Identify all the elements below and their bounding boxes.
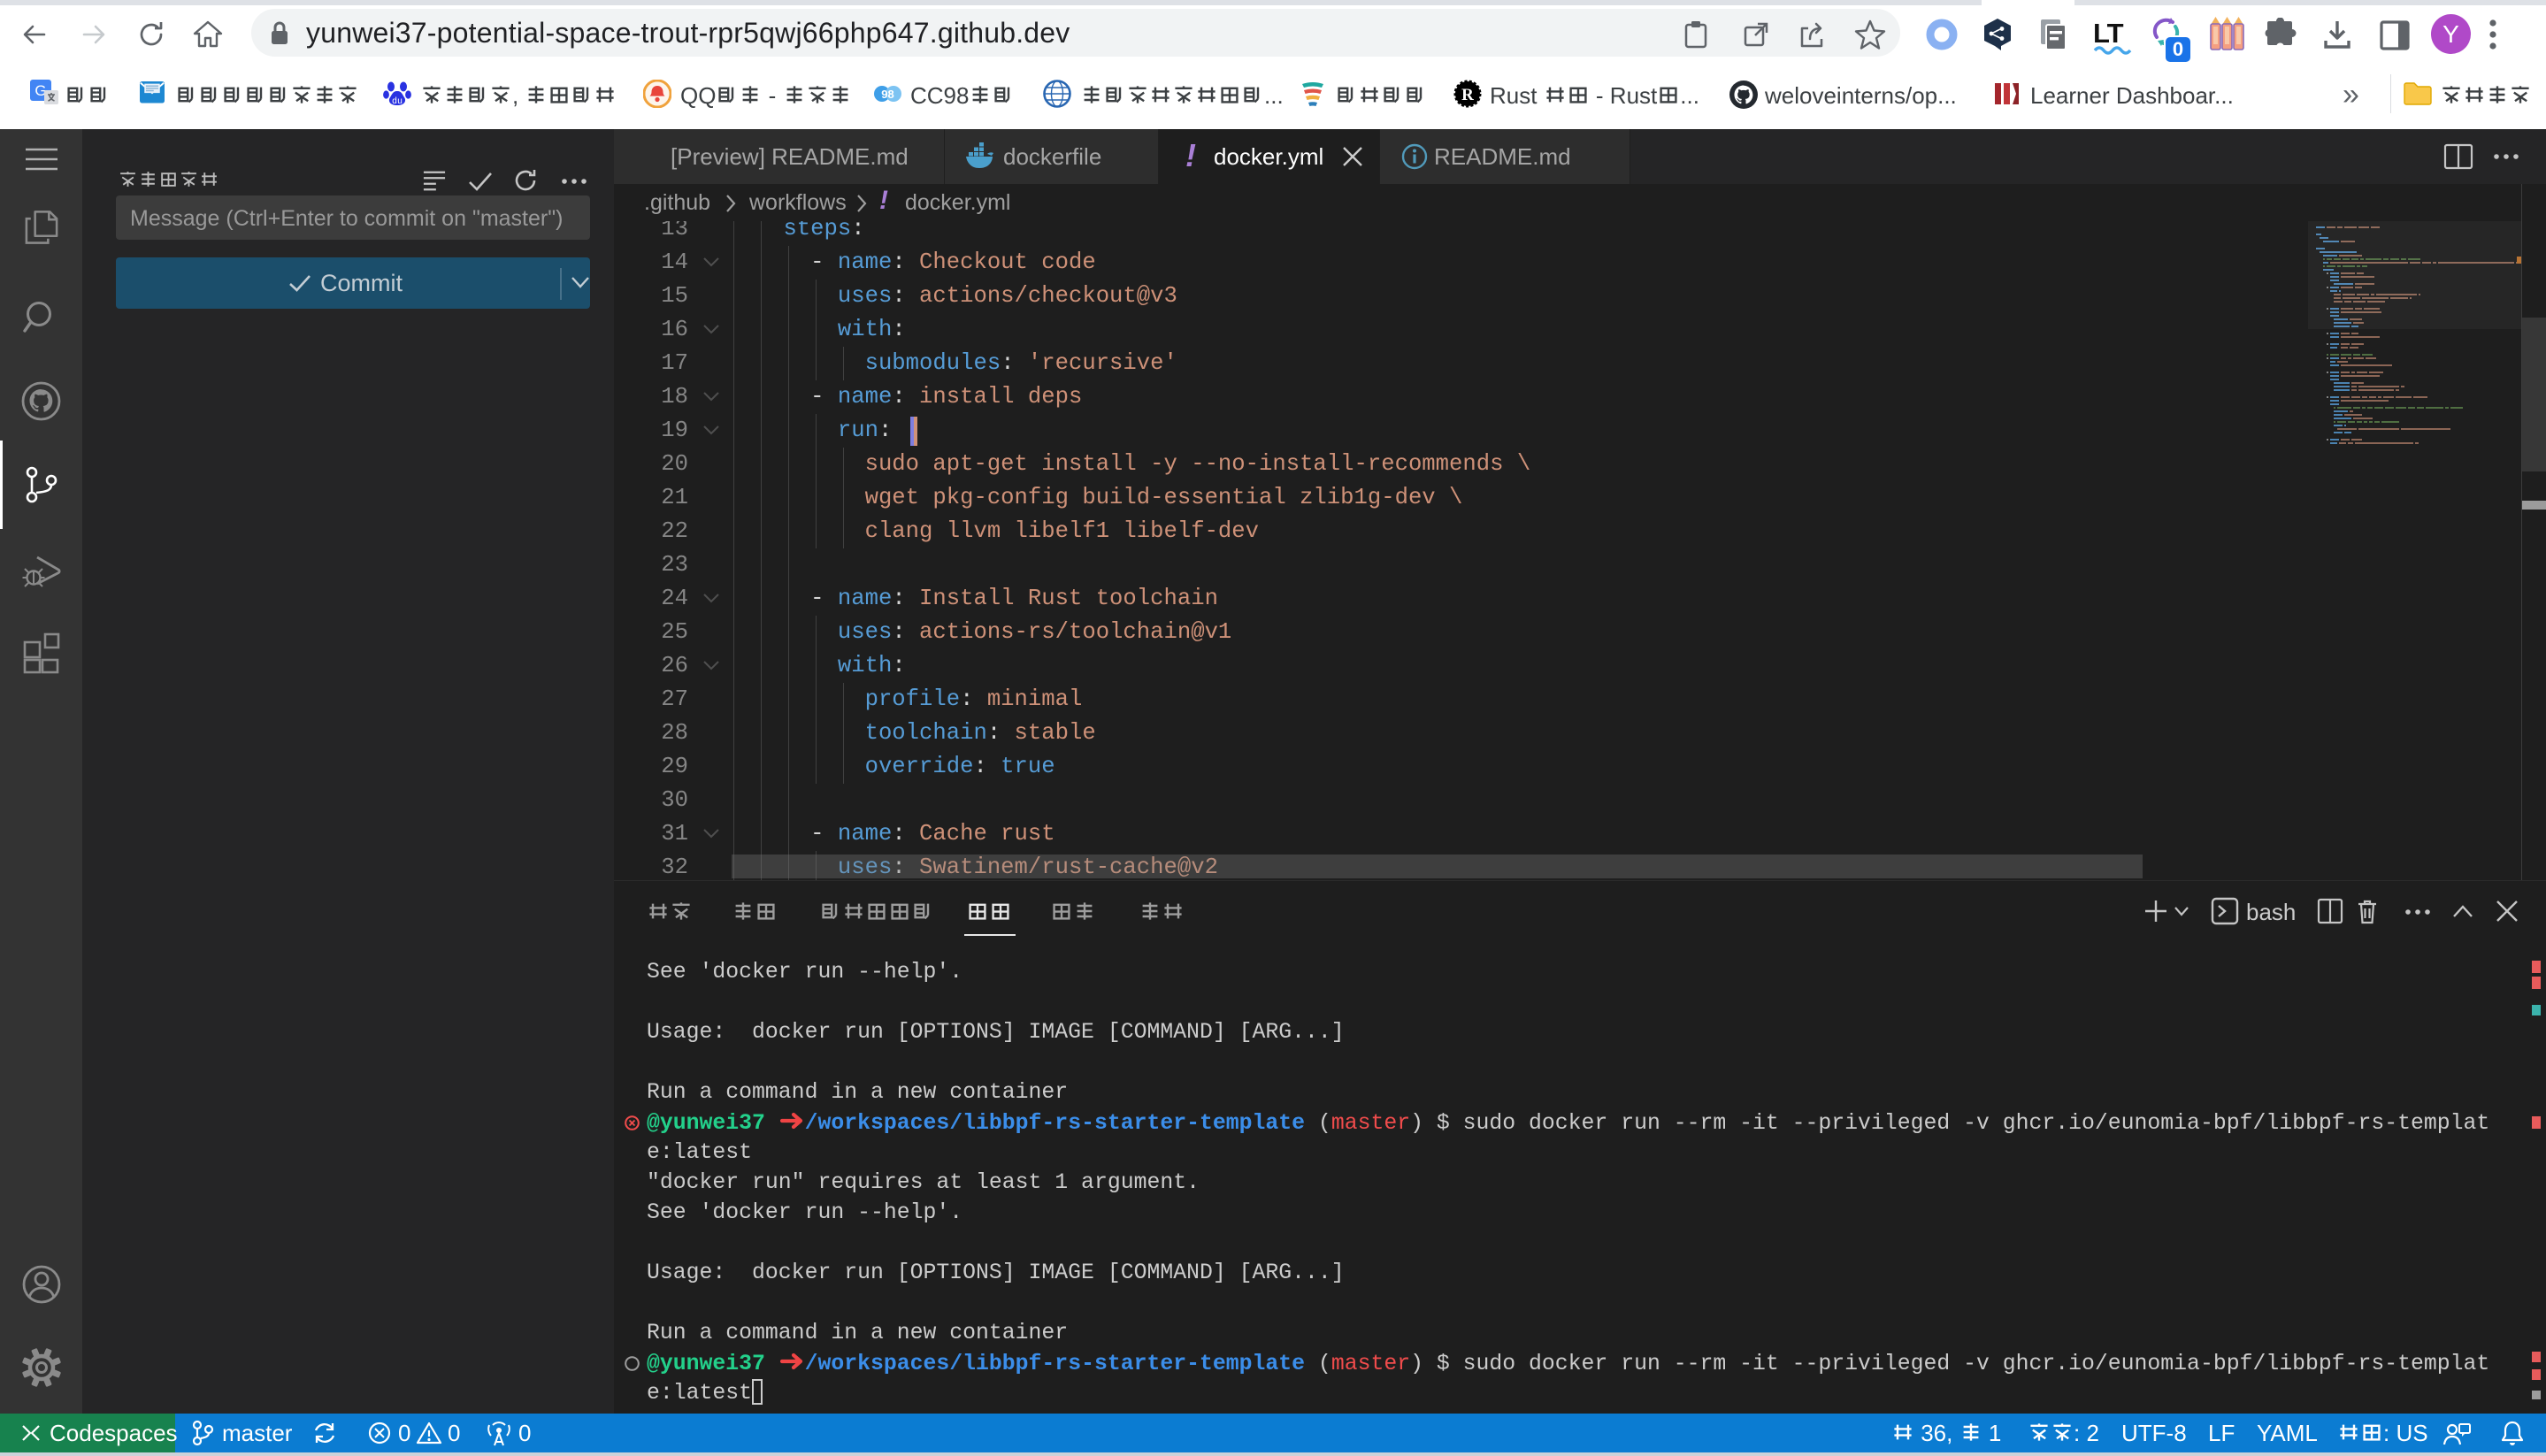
- svg-text:98: 98: [881, 88, 893, 101]
- svg-text:du: du: [392, 96, 403, 107]
- svg-text:R: R: [1461, 86, 1474, 104]
